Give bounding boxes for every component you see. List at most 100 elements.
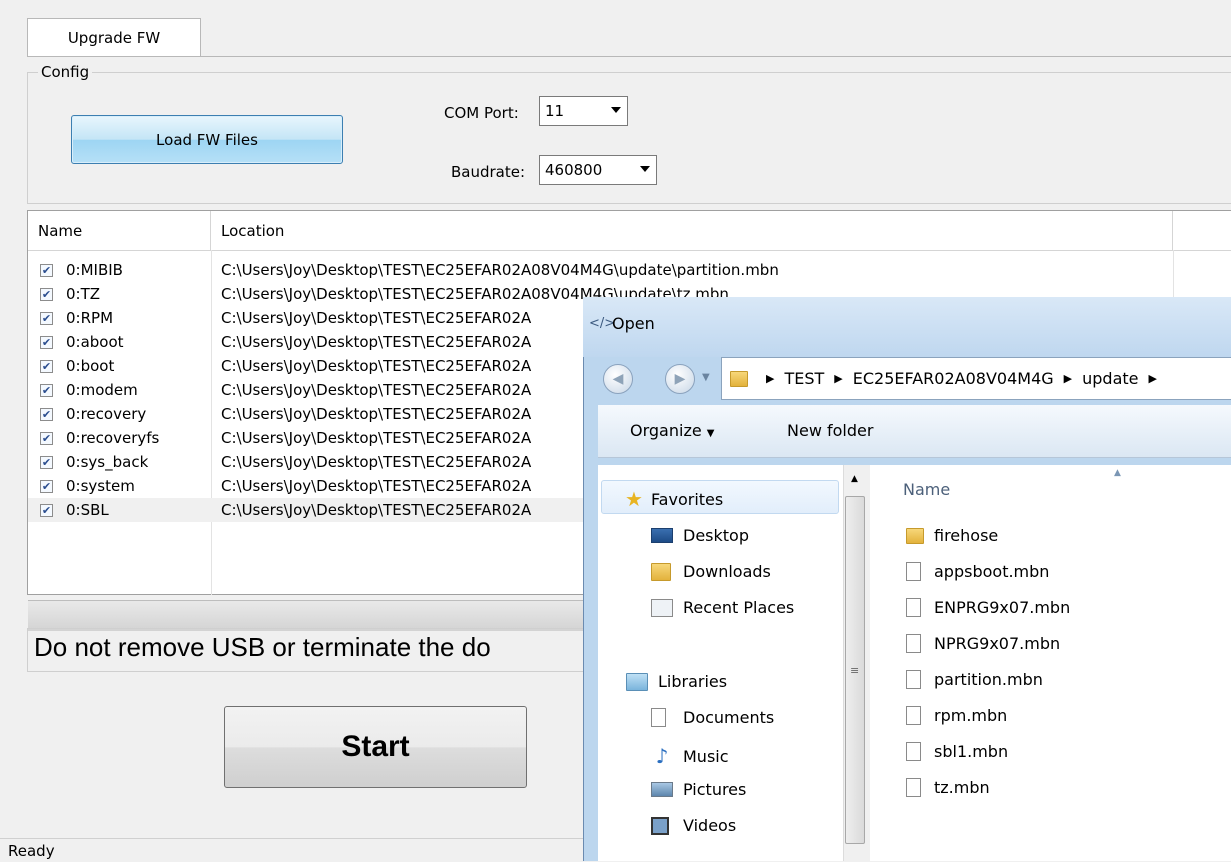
nav-desktop[interactable]: Desktop [651, 526, 749, 545]
file-list-item[interactable]: sbl1.mbn [906, 742, 1008, 761]
grip-icon: ≡ [850, 664, 860, 677]
nav-pictures[interactable]: Pictures [651, 780, 746, 799]
row-location: C:\Users\Joy\Desktop\TEST\EC25EFAR02A [221, 381, 532, 399]
row-name: 0:recoveryfs [66, 429, 160, 447]
address-bar[interactable]: ▶ TEST ▶ EC25EFAR02A08V04M4G ▶ update ▶ [721, 357, 1231, 400]
file-list-item[interactable]: partition.mbn [906, 670, 1043, 689]
nav-libraries[interactable]: Libraries [626, 672, 727, 691]
load-fw-files-button[interactable]: Load FW Files [71, 115, 343, 164]
column-header-location[interactable]: Location [211, 211, 1173, 250]
baudrate-label: Baudrate: [451, 163, 526, 181]
column-header-name[interactable]: Name [28, 211, 211, 250]
row-name: 0:recovery [66, 405, 147, 423]
file-list-item[interactable]: firehose [906, 526, 998, 545]
nav-label: Pictures [683, 780, 747, 799]
file-list-item[interactable]: ENPRG9x07.mbn [906, 598, 1070, 617]
row-checkbox[interactable]: ✔ [40, 287, 53, 301]
nav-downloads[interactable]: Downloads [651, 562, 771, 581]
table-row[interactable]: ✔ 0:MIBIB C:\Users\Joy\Desktop\TEST\EC25EF… [28, 258, 1231, 282]
file-list-item[interactable]: rpm.mbn [906, 706, 1007, 725]
chevron-right-icon: ▶ [1148, 372, 1157, 385]
row-location: C:\Users\Joy\Desktop\TEST\EC25EFAR02A [221, 429, 532, 447]
dialog-title: Open [612, 314, 655, 333]
chevron-down-icon [611, 107, 621, 113]
row-checkbox[interactable]: ✔ [40, 311, 53, 325]
file-icon [906, 598, 921, 617]
file-name: partition.mbn [934, 670, 1043, 689]
file-list-item[interactable]: appsboot.mbn [906, 562, 1049, 581]
dialog-title-bar[interactable] [583, 297, 1231, 357]
file-name: sbl1.mbn [934, 742, 1009, 761]
file-name: rpm.mbn [934, 706, 1008, 725]
file-list-item[interactable]: tz.mbn [906, 778, 990, 797]
row-name: 0:SBL [66, 501, 109, 519]
row-location: C:\Users\Joy\Desktop\TEST\EC25EFAR02A [221, 309, 532, 327]
back-button[interactable]: ◀ [603, 364, 633, 394]
nav-favorites[interactable]: ★ Favorites [625, 487, 723, 511]
row-checkbox[interactable]: ✔ [40, 383, 53, 397]
recent-places-icon [651, 598, 673, 617]
nav-recent-places[interactable]: Recent Places [651, 598, 794, 617]
libraries-icon [626, 672, 648, 691]
chevron-right-icon: ▶ [834, 372, 843, 385]
chevron-right-icon: ▶ [1063, 372, 1073, 385]
row-name: 0:modem [66, 381, 138, 399]
chevron-down-icon [640, 166, 650, 172]
com-port-value: 11 [545, 102, 565, 120]
config-group-label: Config [38, 63, 93, 81]
row-location: C:\Users\Joy\Desktop\TEST\EC25EFAR02A [221, 453, 532, 471]
new-folder-label: New folder [787, 421, 874, 440]
file-list-item[interactable]: NPRG9x07.mbn [906, 634, 1060, 653]
row-name: 0:aboot [66, 333, 124, 351]
row-location: C:\Users\Joy\Desktop\TEST\EC25EFAR02A [221, 333, 532, 351]
status-message: Do not remove USB or terminate the do [34, 632, 491, 662]
baudrate-select[interactable]: 460800 [539, 155, 657, 185]
breadcrumb-item[interactable]: update [1082, 369, 1138, 388]
row-checkbox[interactable]: ✔ [40, 335, 53, 349]
row-checkbox[interactable]: ✔ [40, 263, 53, 277]
nav-documents[interactable]: Documents [651, 708, 774, 727]
organize-menu[interactable]: Organize ▼ [630, 421, 714, 440]
nav-videos[interactable]: Videos [651, 816, 736, 835]
new-folder-button[interactable]: New folder [787, 421, 873, 440]
nav-label: Libraries [658, 672, 728, 691]
file-icon [906, 562, 921, 581]
com-port-select[interactable]: 11 [539, 96, 628, 126]
row-location: C:\Users\Joy\Desktop\TEST\EC25EFAR02A [221, 501, 532, 519]
file-list-pane [870, 465, 1231, 861]
row-name: 0:RPM [66, 309, 114, 327]
row-checkbox[interactable]: ✔ [40, 503, 53, 517]
start-button[interactable]: Start [224, 706, 527, 788]
column-header-label: Location [221, 221, 285, 240]
table-header: Name Location [28, 211, 1231, 251]
navigation-pane [598, 465, 871, 861]
breadcrumb-item[interactable]: EC25EFAR02A08V04M4G [853, 369, 1054, 388]
file-icon [906, 778, 921, 797]
scroll-up-icon[interactable]: ▲ [851, 474, 858, 484]
tab-upgrade-fw[interactable]: Upgrade FW [27, 18, 201, 56]
row-checkbox[interactable]: ✔ [40, 431, 53, 445]
load-fw-files-label: Load FW Files [156, 130, 258, 149]
forward-button[interactable]: ▶ [665, 364, 695, 394]
nav-label: Downloads [683, 562, 771, 581]
breadcrumb-item[interactable]: TEST [784, 369, 824, 388]
documents-icon [651, 708, 666, 727]
column-header-label: Name [38, 221, 83, 240]
row-checkbox[interactable]: ✔ [40, 479, 53, 493]
row-name: 0:MIBIB [66, 261, 123, 279]
start-button-label: Start [341, 730, 410, 763]
forward-arrow-icon: ▶ [674, 371, 686, 387]
row-location: C:\Users\Joy\Desktop\TEST\EC25EFAR02A08V… [221, 261, 779, 279]
file-column-header-name[interactable]: Name [903, 480, 950, 499]
desktop-icon [651, 528, 673, 543]
row-checkbox[interactable]: ✔ [40, 455, 53, 469]
nav-music[interactable]: ♪ Music [651, 744, 729, 768]
file-name: tz.mbn [934, 778, 990, 797]
row-location: C:\Users\Joy\Desktop\TEST\EC25EFAR02A [221, 405, 532, 423]
row-checkbox[interactable]: ✔ [40, 407, 53, 421]
row-checkbox[interactable]: ✔ [40, 359, 53, 373]
recent-locations-dropdown-icon[interactable]: ▼ [702, 372, 710, 383]
organize-label: Organize [630, 421, 702, 440]
file-name: ENPRG9x07.mbn [934, 598, 1071, 617]
nav-label: Music [683, 746, 729, 766]
